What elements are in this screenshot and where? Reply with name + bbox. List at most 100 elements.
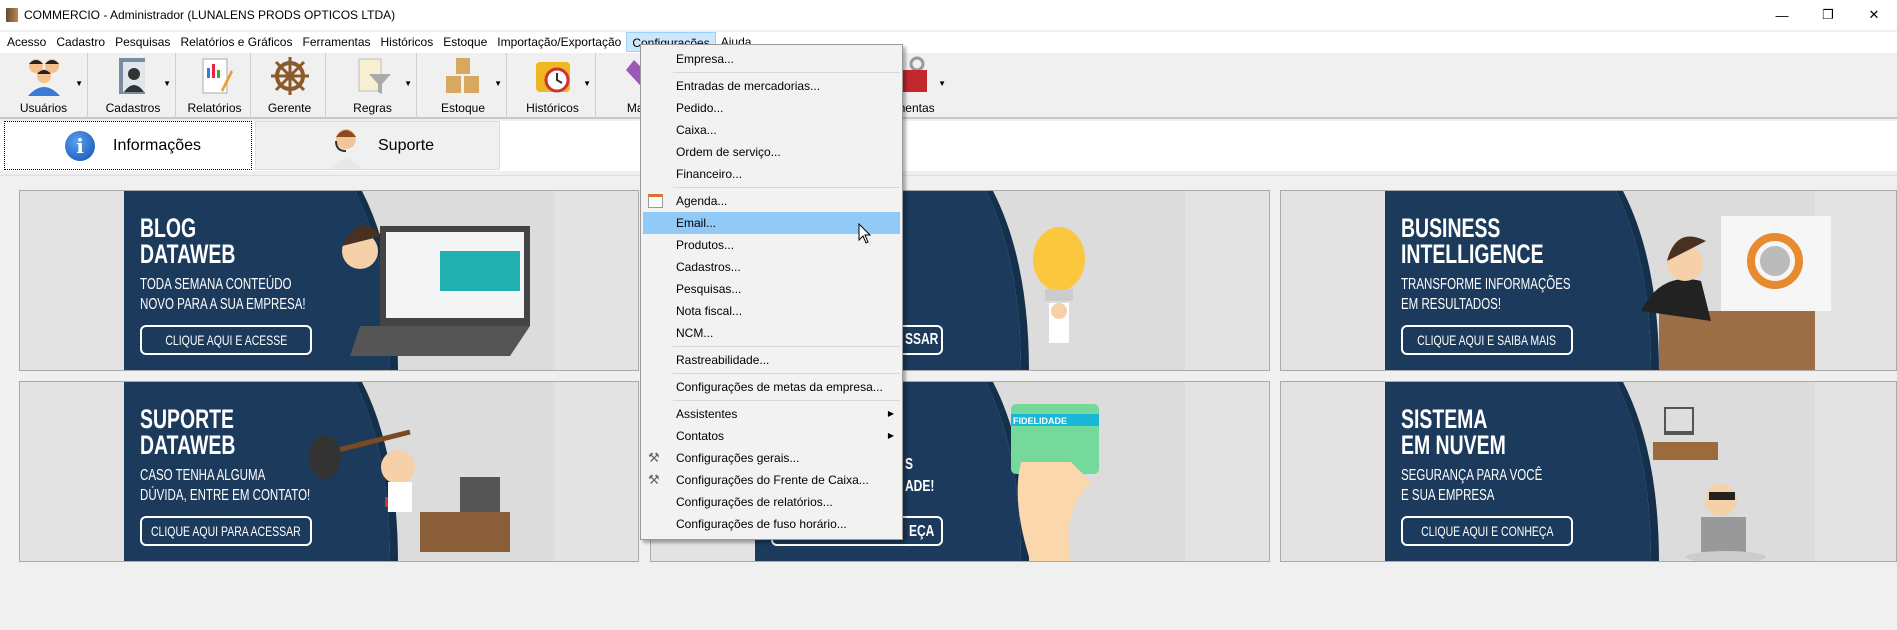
banner-subtitle: DÚVIDA, ENTRE EM CONTATO! [140,487,311,504]
tab-informacoes[interactable]: i Informações [4,121,252,170]
banner-sistema-nuvem[interactable]: SISTEMA EM NUVEM SEGURANÇA PARA VOCÊ E SUA… [1280,381,1897,562]
calendar-icon [648,194,663,208]
banner-button-text-fragment: EÇA [909,523,935,540]
menu-historicos[interactable]: Históricos [376,32,439,52]
dropdown-arrow-icon[interactable]: ▼ [494,79,502,88]
configuracoes-dropdown-menu: Empresa... Entradas de mercadorias... Pe… [640,44,903,540]
fidelidade-card-label: FIDELIDADE [1013,416,1067,426]
submenu-arrow-icon: ▶ [887,431,894,440]
tab-bar: i Informações Suporte [0,121,1897,171]
banner-business-intelligence[interactable]: BUSINESS INTELLIGENCE TRANSFORME INFORMAÇ… [1280,190,1897,371]
title-bar: COMMERCIO - Administrador (LUNALENS PROD… [0,0,1897,30]
menu-relatorios-graficos[interactable]: Relatórios e Gráficos [175,32,297,52]
menu-separator [673,187,900,188]
banner-title: EM NUVEM [1401,430,1506,460]
menu-separator [673,346,900,347]
menu-item-frente-caixa[interactable]: ⚒ Configurações do Frente de Caixa... [643,469,900,491]
banner-title: BUSINESS [1401,213,1501,243]
mouse-cursor-icon [858,223,872,244]
funnel-icon [353,56,393,96]
toolbar-gerente-button[interactable]: Gerente [254,53,326,119]
banner-title: DATAWEB [140,430,236,460]
close-button[interactable]: ✕ [1851,0,1897,30]
support-agent-icon [328,123,364,169]
banner-title: DATAWEB [140,239,236,269]
banner-subtitle: E SUA EMPRESA [1401,487,1495,504]
menu-importacao-exportacao[interactable]: Importação/Exportação [492,32,626,52]
banner-cta-button[interactable]: CLIQUE AQUI E SAIBA MAIS [1401,325,1573,355]
menu-item-cadastros[interactable]: Cadastros... [643,256,900,278]
submenu-arrow-icon: ▶ [887,409,894,418]
dropdown-arrow-icon[interactable]: ▼ [163,79,171,88]
ship-wheel-icon [270,56,310,96]
history-folder-icon [533,56,573,96]
menu-cadastro[interactable]: Cadastro [51,32,110,52]
banner-subtitle-fragment: ADE! [905,478,935,495]
menu-separator [673,400,900,401]
contacts-icon [113,56,153,96]
menu-estoque[interactable]: Estoque [438,32,492,52]
banner-subtitle: TODA SEMANA CONTEÚDO [140,276,292,293]
info-icon: i [65,130,95,161]
menu-item-assistentes[interactable]: Assistentes ▶ [643,403,900,425]
menu-item-fuso-horario[interactable]: Configurações de fuso horário... [643,513,900,535]
menu-item-metas-empresa[interactable]: Configurações de metas da empresa... [643,376,900,398]
banner-button-text-fragment: SSAR [905,331,939,348]
banner-title: SISTEMA [1401,404,1488,434]
banner-blog[interactable]: BLOG DATAWEB TODA SEMANA CONTEÚDO NOVO PAR… [19,190,639,371]
menu-separator [673,373,900,374]
banner-subtitle: EM RESULTADOS! [1401,296,1502,313]
menu-item-relatorios[interactable]: Configurações de relatórios... [643,491,900,513]
dropdown-arrow-icon[interactable]: ▼ [75,79,83,88]
menu-item-agenda[interactable]: Agenda... [643,190,900,212]
banner-cta-button[interactable]: CLIQUE AQUI E ACESSE [140,325,312,355]
menu-pesquisas[interactable]: Pesquisas [110,32,175,52]
toolbar-historicos-button[interactable]: Históricos ▼ [510,53,596,119]
menu-item-entradas-mercadorias[interactable]: Entradas de mercadorias... [643,75,900,97]
app-icon [6,8,18,22]
banner-subtitle: CASO TENHA ALGUMA [140,467,266,484]
menu-separator [673,72,900,73]
menu-item-contatos[interactable]: Contatos ▶ [643,425,900,447]
menu-bar: Acesso Cadastro Pesquisas Relatórios e G… [0,32,1897,52]
tab-suporte[interactable]: Suporte [255,121,500,170]
toolbar-cadastros-button[interactable]: Cadastros ▼ [91,53,176,119]
info-panel: BLOG DATAWEB TODA SEMANA CONTEÚDO NOVO PAR… [0,175,1897,630]
tools-icon: ⚒ [648,450,660,465]
menu-item-empresa[interactable]: Empresa... [643,48,900,70]
banner-subtitle: NOVO PARA A SUA EMPRESA! [140,296,306,313]
dropdown-arrow-icon[interactable]: ▼ [404,79,412,88]
menu-item-pedido[interactable]: Pedido... [643,97,900,119]
menu-item-ordem-servico[interactable]: Ordem de serviço... [643,141,900,163]
dropdown-arrow-icon[interactable]: ▼ [583,79,591,88]
minimize-button[interactable]: — [1759,0,1805,30]
window-title: COMMERCIO - Administrador (LUNALENS PROD… [24,8,396,22]
menu-item-nota-fiscal[interactable]: Nota fiscal... [643,300,900,322]
banner-title: SUPORTE [140,404,234,434]
menu-item-ncm[interactable]: NCM... [643,322,900,344]
toolbar-regras-button[interactable]: Regras ▼ [329,53,417,119]
banner-subtitle: SEGURANÇA PARA VOCÊ [1401,467,1543,484]
menu-item-rastreabilidade[interactable]: Rastreabilidade... [643,349,900,371]
toolbar-estoque-button[interactable]: Estoque ▼ [420,53,507,119]
menu-ferramentas[interactable]: Ferramentas [297,32,375,52]
banner-cta-button[interactable]: CLIQUE AQUI PARA ACESSAR [140,516,312,546]
tools-icon: ⚒ [648,472,660,487]
menu-item-financeiro[interactable]: Financeiro... [643,163,900,185]
menu-acesso[interactable]: Acesso [2,32,51,52]
menu-item-caixa[interactable]: Caixa... [643,119,900,141]
boxes-icon [443,56,483,96]
toolbar-usuarios-button[interactable]: Usuários ▼ [0,53,88,119]
users-icon [24,56,64,96]
banner-title-fragment: S [905,456,914,473]
dropdown-arrow-icon[interactable]: ▼ [938,79,946,88]
menu-item-pesquisas[interactable]: Pesquisas... [643,278,900,300]
restore-button[interactable]: ❐ [1805,0,1851,30]
menu-item-configuracoes-gerais[interactable]: ⚒ Configurações gerais... [643,447,900,469]
banner-title: INTELLIGENCE [1401,239,1544,269]
banner-cta-button[interactable]: CLIQUE AQUI E CONHEÇA [1401,516,1573,546]
report-icon [195,56,235,96]
toolbar-relatorios-button[interactable]: Relatórios [179,53,251,119]
banner-title: BLOG [140,213,197,243]
banner-suporte[interactable]: SUPORTE DATAWEB CASO TENHA ALGUMA DÚVIDA, … [19,381,639,562]
